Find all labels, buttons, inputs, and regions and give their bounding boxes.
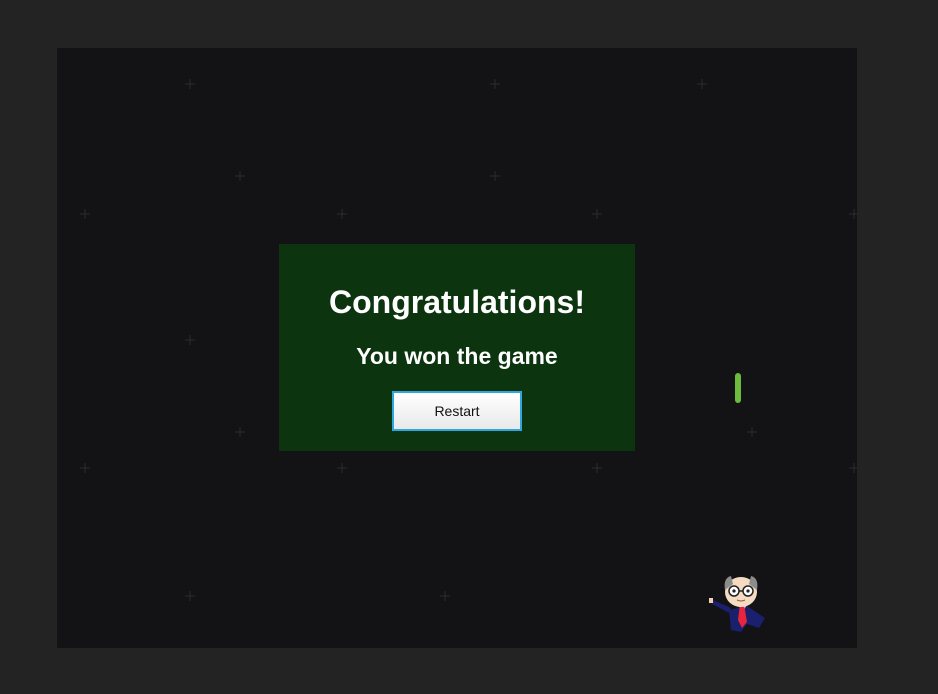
win-dialog: Congratulations! You won the game Restar… — [279, 244, 635, 451]
win-message: You won the game — [356, 343, 558, 369]
game-canvas[interactable]: Congratulations! You won the game Restar… — [57, 48, 857, 648]
restart-button[interactable]: Restart — [392, 391, 522, 431]
paddle — [735, 373, 741, 403]
win-title: Congratulations! — [329, 284, 585, 320]
businessman-character-icon — [709, 576, 765, 632]
